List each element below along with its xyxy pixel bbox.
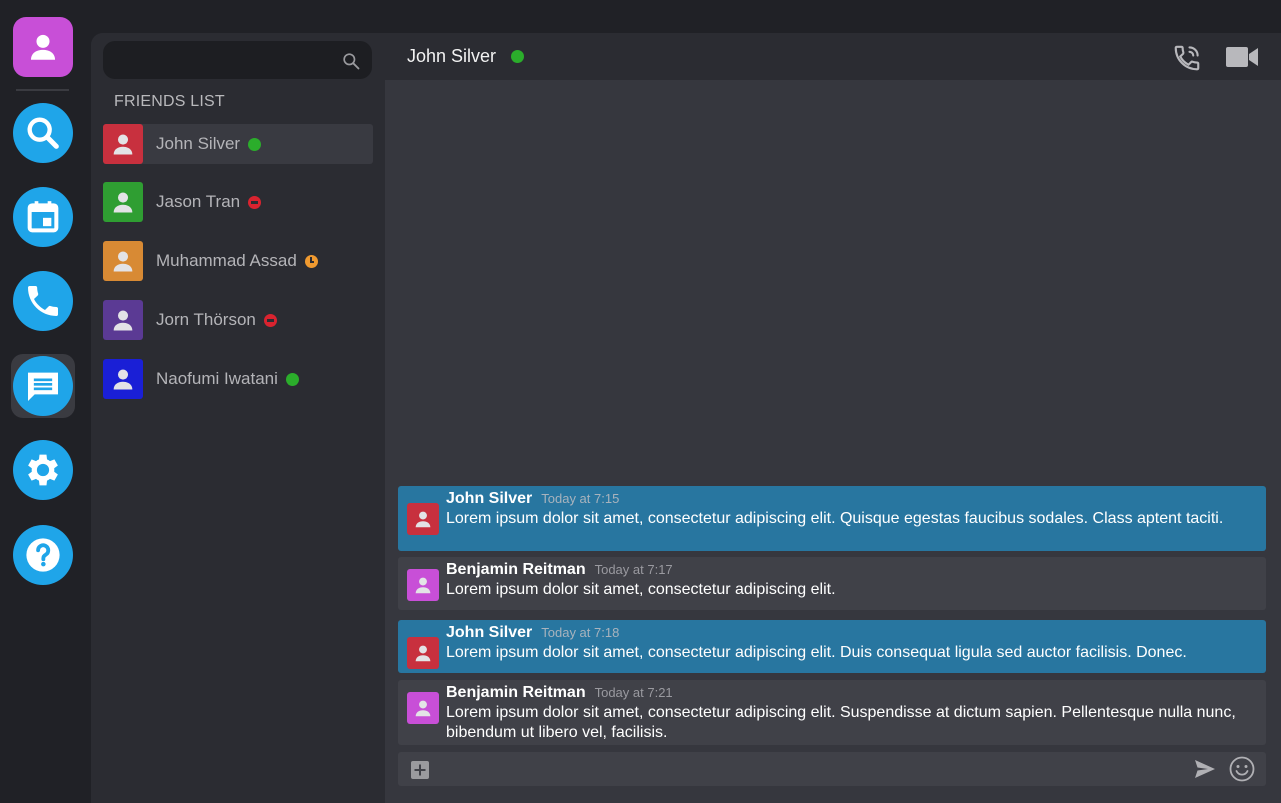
search-box <box>103 41 372 79</box>
message-timestamp: Today at 7:15 <box>541 491 620 506</box>
add-attachment-icon[interactable] <box>411 761 429 779</box>
status-dot <box>248 137 262 151</box>
chat-message: Benjamin Reitman Today at 7:21 Lorem ips… <box>398 680 1266 745</box>
chat-message: John Silver Today at 7:15 Lorem ipsum do… <box>398 486 1266 551</box>
rail-calls-button[interactable] <box>13 271 73 331</box>
friend-item[interactable]: Jason Tran <box>103 182 373 222</box>
friend-name: John Silver <box>156 134 241 153</box>
friends-sidebar: FRIENDS LIST John Silver Jason Tran Muha… <box>91 33 385 803</box>
message-avatar <box>407 503 439 535</box>
friend-avatar <box>103 359 143 399</box>
message-text: Lorem ipsum dolor sit amet, consectetur … <box>446 510 1224 527</box>
user-icon <box>113 369 133 390</box>
gear-icon <box>28 454 58 486</box>
user-icon <box>113 192 133 213</box>
rail-settings-button[interactable] <box>13 440 73 500</box>
friend-avatar <box>103 241 143 281</box>
video-call-icon[interactable] <box>1225 45 1259 69</box>
friend-name: Jason Tran <box>156 192 241 211</box>
phone-icon <box>28 286 58 316</box>
rail-help-button[interactable] <box>13 525 73 585</box>
friends-list-heading: FRIENDS LIST <box>114 93 225 110</box>
message-input[interactable] <box>442 752 1182 786</box>
status-dot <box>248 195 262 209</box>
user-icon <box>415 700 431 717</box>
friend-item[interactable]: John Silver <box>103 124 373 164</box>
chat-message: John Silver Today at 7:18 Lorem ipsum do… <box>398 620 1266 673</box>
message-avatar <box>407 637 439 669</box>
message-timestamp: Today at 7:17 <box>594 562 673 577</box>
message-text: Lorem ipsum dolor sit amet, consectetur … <box>446 644 1187 661</box>
message-header: John Silver Today at 7:18 <box>446 624 619 642</box>
rail-calendar-button[interactable] <box>13 187 73 247</box>
user-icon <box>113 310 133 331</box>
message-timestamp: Today at 7:21 <box>594 685 673 700</box>
message-author: Benjamin Reitman <box>446 684 586 701</box>
search-input[interactable] <box>117 41 332 79</box>
user-icon <box>30 34 56 60</box>
status-dot <box>285 372 299 386</box>
message-author: Benjamin Reitman <box>446 561 586 578</box>
calendar-icon <box>27 201 59 233</box>
message-avatar <box>407 569 439 601</box>
online-status-dot <box>511 50 525 63</box>
message-author: John Silver <box>446 624 533 641</box>
friend-name: Jorn Thörson <box>156 310 256 329</box>
status-dot <box>304 254 318 268</box>
emoji-icon[interactable] <box>1229 756 1255 782</box>
status-dot <box>263 313 277 327</box>
chat-message: Benjamin Reitman Today at 7:17 Lorem ips… <box>398 557 1266 610</box>
message-text: Lorem ipsum dolor sit amet, consectetur … <box>446 581 836 598</box>
friend-name: Naofumi Iwatani <box>156 369 278 388</box>
chat-title: John Silver <box>407 46 497 66</box>
message-composer <box>398 752 1266 786</box>
message-author: John Silver <box>446 490 533 507</box>
user-icon <box>415 577 431 594</box>
app-rail <box>0 0 86 803</box>
question-icon <box>26 538 60 572</box>
chat-area: John Silver John Silver Today at 7:15 Lo… <box>385 33 1281 803</box>
message-timestamp: Today at 7:18 <box>541 625 620 640</box>
rail-divider <box>16 89 69 91</box>
chat-icon <box>28 372 58 401</box>
voice-call-icon[interactable] <box>1172 43 1202 73</box>
chat-header: John Silver <box>385 33 1281 80</box>
message-header: John Silver Today at 7:15 <box>446 490 619 508</box>
message-header: Benjamin Reitman Today at 7:17 <box>446 561 673 579</box>
friend-avatar <box>103 124 143 164</box>
friend-avatar <box>103 300 143 340</box>
friend-item[interactable]: Jorn Thörson <box>103 300 373 340</box>
message-header: Benjamin Reitman Today at 7:21 <box>446 684 673 702</box>
main-panel: FRIENDS LIST John Silver Jason Tran Muha… <box>91 33 1281 803</box>
friend-item[interactable]: Naofumi Iwatani <box>103 359 373 399</box>
search-icon[interactable] <box>341 51 361 71</box>
friend-avatar <box>103 182 143 222</box>
user-icon <box>113 251 133 272</box>
user-avatar[interactable] <box>13 17 73 77</box>
user-icon <box>415 511 431 528</box>
user-icon <box>415 645 431 662</box>
friend-item[interactable]: Muhammad Assad <box>103 241 373 281</box>
message-text: Lorem ipsum dolor sit amet, consectetur … <box>446 704 1236 741</box>
search-icon <box>27 117 59 149</box>
user-icon <box>113 134 133 155</box>
rail-search-button[interactable] <box>13 103 73 163</box>
friend-name: Muhammad Assad <box>156 251 297 270</box>
rail-messages-button[interactable] <box>13 356 73 416</box>
send-icon[interactable] <box>1194 759 1216 779</box>
message-avatar <box>407 692 439 724</box>
